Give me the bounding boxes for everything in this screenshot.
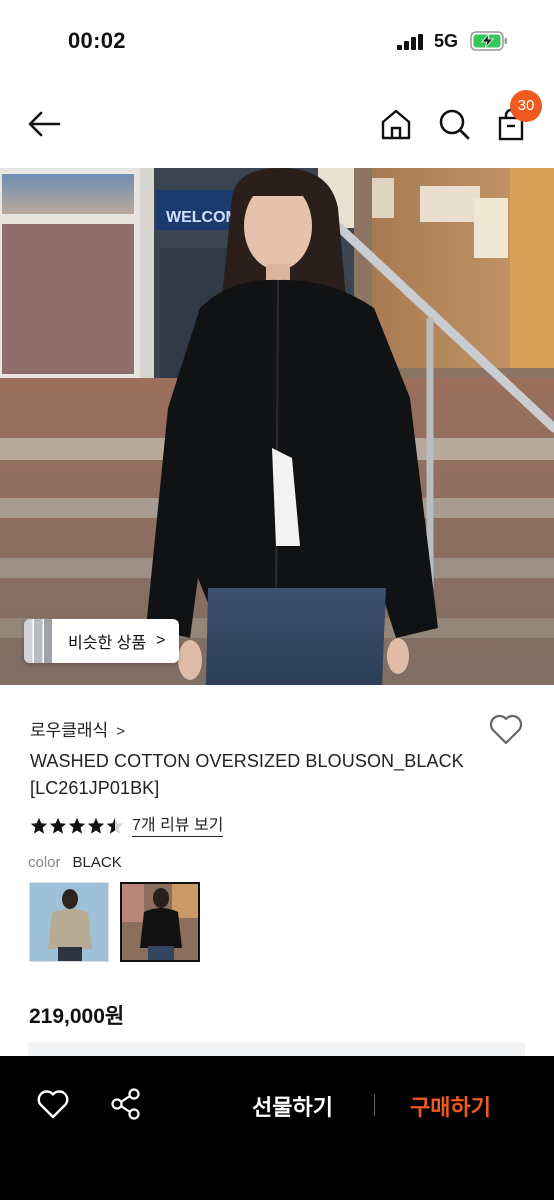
swatch-image (122, 884, 198, 960)
search-icon[interactable] (436, 106, 472, 142)
swatch-image (30, 883, 108, 961)
similar-thumbnails (24, 619, 52, 663)
similar-products-label: 비슷한 상품 (68, 635, 147, 652)
star-full-icon (68, 817, 86, 834)
cellular-signal-icon (397, 34, 423, 50)
battery-charging-icon (470, 31, 507, 51)
color-value: BLACK (72, 854, 122, 871)
star-half-icon (106, 817, 124, 834)
heart-icon[interactable] (488, 712, 524, 746)
color-key: color (28, 854, 61, 871)
gift-button[interactable]: 선물하기 (252, 1090, 333, 1122)
product-title: WASHED COTTON OVERSIZED BLOUSON_BLACK [L… (30, 751, 464, 798)
chevron-right-icon: > (116, 723, 125, 740)
product-photo: WELCOM (0, 168, 554, 685)
rating-row: 7개 리뷰 보기 (30, 814, 224, 838)
reviews-link[interactable]: 7개 리뷰 보기 (132, 816, 224, 837)
cart-count-badge[interactable]: 30 (510, 90, 542, 122)
home-icon[interactable] (378, 106, 414, 142)
buy-button[interactable]: 구매하기 (410, 1090, 491, 1122)
heart-icon[interactable] (36, 1088, 70, 1120)
svg-text:WELCOM: WELCOM (166, 209, 239, 226)
divider (374, 1094, 375, 1116)
brand-name: 로우클래식 (30, 721, 109, 740)
back-arrow-icon[interactable] (26, 106, 62, 142)
bottom-action-bar: 선물하기 구매하기 (0, 1056, 554, 1200)
top-nav: 30 (0, 90, 554, 156)
color-row: color BLACK (28, 854, 122, 871)
star-full-icon (87, 817, 105, 834)
brand-link[interactable]: 로우클래식 > (30, 716, 125, 741)
similar-products-button[interactable]: 비슷한 상품 > (24, 619, 180, 663)
star-full-icon (49, 817, 67, 834)
price: 219,000원 (29, 1005, 125, 1028)
star-full-icon (30, 817, 48, 834)
status-time: 00:02 (68, 28, 126, 53)
network-type: 5G (434, 31, 459, 51)
share-icon[interactable] (110, 1088, 142, 1120)
status-bar: 00:02 5G (0, 0, 554, 84)
chevron-right-icon: > (156, 632, 166, 649)
product-hero-image[interactable]: WELCOM 비슷한 상품 > (0, 168, 554, 685)
color-option-beige[interactable] (29, 882, 109, 962)
star-rating (30, 817, 124, 835)
color-option-black[interactable] (120, 882, 200, 962)
